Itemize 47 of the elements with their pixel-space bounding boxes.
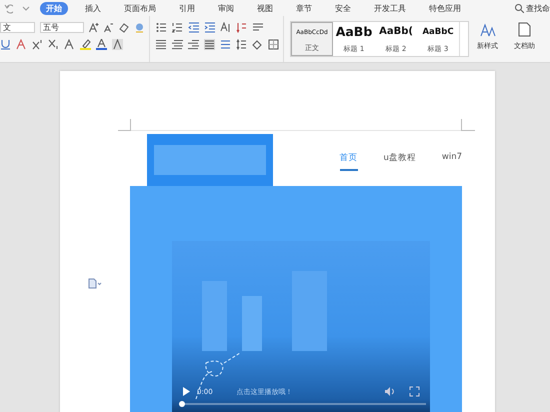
- menu-tab[interactable]: 特色应用: [423, 2, 467, 14]
- superscript-icon[interactable]: [32, 39, 43, 50]
- outline-text-icon[interactable]: [64, 39, 75, 50]
- menu-tab[interactable]: 开发工具: [368, 2, 412, 14]
- shrink-font-icon[interactable]: [104, 22, 113, 33]
- menu-tab[interactable]: 引用: [173, 2, 201, 14]
- nav-link[interactable]: 首页: [340, 152, 358, 171]
- menu-tab[interactable]: 视图: [251, 2, 279, 14]
- font-size-field[interactable]: 五号: [40, 22, 84, 33]
- align-left-icon[interactable]: [156, 39, 167, 50]
- play-icon[interactable]: [182, 386, 191, 397]
- text-direction-icon[interactable]: [220, 22, 231, 33]
- font-color-icon[interactable]: [96, 39, 107, 50]
- progress-thumb[interactable]: [179, 401, 185, 407]
- align-right-icon[interactable]: [188, 39, 199, 50]
- numbered-list-icon[interactable]: [172, 22, 183, 33]
- nav-link[interactable]: u盘教程: [384, 152, 416, 171]
- search-command[interactable]: 查找命: [526, 2, 550, 14]
- undo-icon[interactable]: [4, 2, 13, 14]
- increase-indent-icon[interactable]: [204, 22, 215, 33]
- justify-icon[interactable]: [204, 39, 215, 50]
- grow-font-icon[interactable]: [89, 22, 99, 33]
- align-center-icon[interactable]: [172, 39, 183, 50]
- line-spacing-icon[interactable]: [236, 39, 247, 50]
- bullet-list-icon[interactable]: [156, 22, 167, 33]
- new-style-icon[interactable]: [480, 22, 496, 37]
- menu-tab[interactable]: 审阅: [212, 2, 240, 14]
- font-name-field[interactable]: 文: [0, 22, 35, 33]
- menu-tab[interactable]: 开始: [40, 2, 68, 14]
- menu-tab[interactable]: 插入: [79, 2, 107, 14]
- volume-icon[interactable]: [384, 386, 395, 397]
- menu-tab[interactable]: 页面布局: [118, 2, 162, 14]
- underline-icon[interactable]: [0, 39, 11, 50]
- decrease-indent-icon[interactable]: [188, 22, 199, 33]
- text-effect-icon[interactable]: [16, 39, 27, 50]
- menu-tab[interactable]: 章节: [290, 2, 318, 14]
- sort-icon[interactable]: [236, 22, 247, 33]
- document-icon[interactable]: [517, 22, 532, 37]
- paragraph-options-icon[interactable]: [88, 278, 102, 289]
- subscript-icon[interactable]: [48, 39, 59, 50]
- highlighter-icon[interactable]: [80, 39, 91, 50]
- nav-link[interactable]: win7: [442, 152, 462, 171]
- distribute-icon[interactable]: [220, 39, 231, 50]
- menu-tab[interactable]: 安全: [329, 2, 357, 14]
- fullscreen-icon[interactable]: [409, 386, 420, 397]
- border-icon[interactable]: [268, 39, 279, 50]
- search-icon[interactable]: [514, 3, 524, 13]
